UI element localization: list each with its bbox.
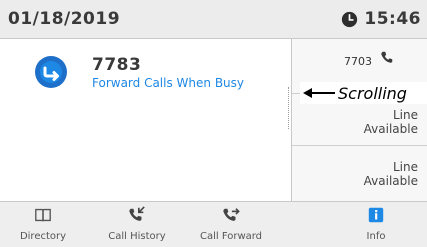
line-key-status-line1: Line bbox=[392, 160, 418, 174]
line-key-column: 7703 Line Available Line Available bbox=[291, 39, 427, 201]
phone-screen: 01/18/2019 15:46 7783 Forward Calls When… bbox=[0, 0, 427, 247]
time-label: 15:46 bbox=[364, 9, 421, 29]
line-key-status-line1: Line bbox=[392, 108, 418, 122]
softkey-call-history[interactable]: Call History bbox=[94, 202, 180, 247]
line-key-status-line2: Available bbox=[363, 122, 418, 136]
line-key-number: 7703 bbox=[344, 55, 372, 68]
softkey-label: Call Forward bbox=[199, 231, 263, 242]
status-bar: 01/18/2019 15:46 bbox=[0, 0, 427, 39]
book-icon bbox=[35, 208, 51, 222]
softkey-label: Info bbox=[366, 231, 386, 242]
phone-handset-icon bbox=[381, 51, 393, 63]
softkey-directory[interactable]: Directory bbox=[0, 202, 86, 247]
clock-icon bbox=[342, 11, 358, 27]
line-number: 7783 bbox=[92, 55, 142, 75]
callout-label: Scrolling bbox=[338, 83, 407, 103]
clock: 15:46 bbox=[341, 9, 421, 29]
forward-status: Forward Calls When Busy bbox=[92, 76, 245, 90]
softkey-label: Directory bbox=[19, 231, 67, 242]
softkey-bar: Directory Call History Call Forward Info bbox=[0, 201, 427, 247]
softkey-label: Call History bbox=[108, 231, 166, 242]
line-key-status-line2: Available bbox=[363, 174, 418, 188]
primary-line-tile[interactable]: 7783 Forward Calls When Busy bbox=[14, 49, 291, 99]
line-key-3[interactable]: Line Available bbox=[292, 146, 427, 201]
softkey-info[interactable]: Info bbox=[333, 202, 419, 247]
line-key-status: Line Available bbox=[364, 108, 418, 136]
softkey-call-forward[interactable]: Call Forward bbox=[188, 202, 274, 247]
date-label: 01/18/2019 bbox=[8, 9, 121, 29]
call-forward-badge-icon bbox=[35, 56, 67, 88]
main-pane: 7783 Forward Calls When Busy bbox=[0, 39, 291, 201]
line-key-status: Line Available bbox=[364, 160, 418, 188]
call-forward-icon bbox=[223, 208, 240, 221]
call-history-icon bbox=[129, 206, 145, 221]
scrolling-callout: Scrolling bbox=[300, 82, 427, 104]
left-arrow-icon bbox=[303, 88, 335, 98]
line-text: 7783 Forward Calls When Busy bbox=[92, 55, 245, 91]
info-icon bbox=[368, 207, 384, 223]
